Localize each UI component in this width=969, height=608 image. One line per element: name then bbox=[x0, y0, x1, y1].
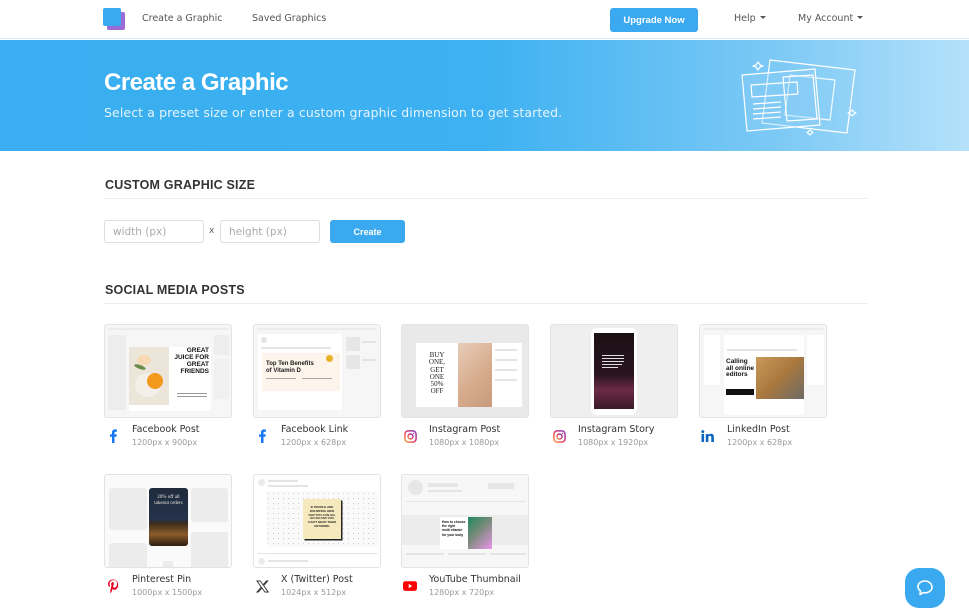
preset-card-pinterest-pin[interactable]: 20% off all takeout orders Pinterest Pin… bbox=[104, 474, 232, 604]
thumbnail-line: of Vitamin D bbox=[266, 368, 301, 374]
instagram-icon bbox=[403, 429, 417, 443]
preset-size: 1000px x 1500px bbox=[132, 588, 203, 597]
preset-name: Instagram Story bbox=[578, 424, 655, 435]
preset-size: 1200px x 900px bbox=[132, 438, 198, 447]
page-title: Create a Graphic bbox=[104, 69, 289, 96]
thumbnail-text: Top Ten Benefits of Vitamin D bbox=[266, 361, 314, 375]
thumbnail-text: GREAT JUICE FOR GREAT FRIENDS bbox=[171, 347, 209, 375]
preset-card-instagram-story[interactable]: Instagram Story 1080px x 1920px bbox=[550, 324, 678, 454]
app-logo[interactable] bbox=[103, 8, 125, 30]
thumbnail-text: Calling all online editors bbox=[726, 358, 754, 379]
thumbnail-text: BUY ONE, GET ONE 50% OFF bbox=[416, 351, 458, 396]
preset-size: 1080px x 1080px bbox=[429, 438, 500, 447]
linkedin-icon bbox=[701, 429, 715, 443]
preset-card-linkedin-post[interactable]: Calling all online editors LinkedIn Post… bbox=[699, 324, 827, 454]
preset-name: Facebook Post bbox=[132, 424, 200, 435]
preset-card-facebook-link[interactable]: Top Ten Benefits of Vitamin D Facebook L… bbox=[253, 324, 381, 454]
preset-card-youtube-thumbnail[interactable]: How to choose the right multi vitamin fo… bbox=[401, 474, 529, 604]
thumbnail-line: editors bbox=[726, 371, 748, 378]
thumbnail-line: ANYMORE. bbox=[313, 523, 331, 528]
preset-card-instagram-post[interactable]: BUY ONE, GET ONE 50% OFF Instagram Post … bbox=[401, 324, 529, 454]
section-divider bbox=[104, 303, 868, 304]
thumbnail: GREAT JUICE FOR GREAT FRIENDS bbox=[104, 324, 232, 418]
caret-down-icon bbox=[857, 16, 864, 19]
x-twitter-icon bbox=[255, 579, 269, 593]
preset-size: 1024px x 512px bbox=[281, 588, 347, 597]
thumbnail-text: How to choose the right multi vitamin fo… bbox=[442, 520, 465, 537]
thumbnail-line: multi vitamin bbox=[442, 528, 463, 533]
preset-size: 1200px x 628px bbox=[727, 438, 793, 447]
page-subtitle: Select a preset size or enter a custom g… bbox=[104, 105, 563, 120]
preset-name: Pinterest Pin bbox=[132, 574, 192, 585]
facebook-icon bbox=[106, 429, 120, 443]
social-media-heading: SOCIAL MEDIA POSTS bbox=[105, 283, 245, 297]
dimension-separator: x bbox=[209, 226, 215, 236]
pinterest-icon bbox=[106, 579, 120, 593]
thumbnail-line: for your body bbox=[442, 532, 464, 537]
preset-name: LinkedIn Post bbox=[727, 424, 790, 435]
graphics-illustration-icon bbox=[741, 59, 857, 136]
preset-size: 1080px x 1920px bbox=[578, 438, 649, 447]
thumbnail-line: OFF bbox=[430, 387, 444, 396]
thumbnail: How to choose the right multi vitamin fo… bbox=[401, 474, 529, 568]
thumbnail-line: Top Ten Benefits bbox=[266, 361, 314, 367]
thumbnail: IF PEOPLE ARE DOUBTING HOW FAR YOU CAN G… bbox=[253, 474, 381, 568]
youtube-icon bbox=[403, 579, 417, 593]
preset-name: YouTube Thumbnail bbox=[429, 574, 521, 585]
preset-card-facebook-post[interactable]: GREAT JUICE FOR GREAT FRIENDS Facebook P… bbox=[104, 324, 232, 454]
preset-size: 1280px x 720px bbox=[429, 588, 495, 597]
thumbnail: Calling all online editors bbox=[699, 324, 827, 418]
upgrade-now-button[interactable]: Upgrade Now bbox=[610, 8, 698, 32]
thumbnail-text: 20% off all takeout orders bbox=[149, 495, 188, 507]
thumbnail: BUY ONE, GET ONE 50% OFF bbox=[401, 324, 529, 418]
top-nav: Create a Graphic Saved Graphics Upgrade … bbox=[0, 0, 969, 39]
height-input[interactable] bbox=[220, 220, 320, 243]
thumbnail-line: GREAT bbox=[186, 347, 209, 354]
thumbnail-line: JUICE FOR bbox=[174, 354, 209, 361]
section-divider bbox=[104, 198, 868, 199]
thumbnail bbox=[550, 324, 678, 418]
thumbnail-line: GREAT bbox=[186, 361, 209, 368]
width-input[interactable] bbox=[104, 220, 204, 243]
create-button[interactable]: Create bbox=[330, 220, 405, 243]
caret-down-icon bbox=[759, 16, 766, 19]
chat-bubble-icon bbox=[917, 580, 933, 596]
instagram-icon bbox=[552, 429, 566, 443]
facebook-icon bbox=[255, 429, 269, 443]
help-label: Help bbox=[734, 13, 756, 24]
custom-size-heading: CUSTOM GRAPHIC SIZE bbox=[105, 178, 256, 192]
logo-front-square bbox=[103, 8, 121, 26]
preset-name: X (Twitter) Post bbox=[281, 574, 353, 585]
nav-create-graphic[interactable]: Create a Graphic bbox=[142, 13, 222, 24]
preset-name: Facebook Link bbox=[281, 424, 349, 435]
chat-support-button[interactable] bbox=[905, 568, 945, 608]
thumbnail-line: takeout orders bbox=[154, 501, 183, 506]
thumbnail: 20% off all takeout orders bbox=[104, 474, 232, 568]
thumbnail: Top Ten Benefits of Vitamin D bbox=[253, 324, 381, 418]
nav-saved-graphics[interactable]: Saved Graphics bbox=[252, 13, 326, 24]
hero-banner: Create a Graphic Select a preset size or… bbox=[0, 40, 969, 151]
preset-name: Instagram Post bbox=[429, 424, 501, 435]
my-account-label: My Account bbox=[798, 13, 854, 24]
help-menu[interactable]: Help bbox=[734, 13, 766, 24]
my-account-menu[interactable]: My Account bbox=[798, 13, 864, 24]
thumbnail-line: FRIENDS bbox=[180, 368, 209, 375]
thumbnail-text: IF PEOPLE ARE DOUBTING HOW FAR YOU CAN G… bbox=[303, 505, 341, 529]
preset-card-x-twitter-post[interactable]: IF PEOPLE ARE DOUBTING HOW FAR YOU CAN G… bbox=[253, 474, 381, 604]
preset-size: 1200px x 628px bbox=[281, 438, 347, 447]
